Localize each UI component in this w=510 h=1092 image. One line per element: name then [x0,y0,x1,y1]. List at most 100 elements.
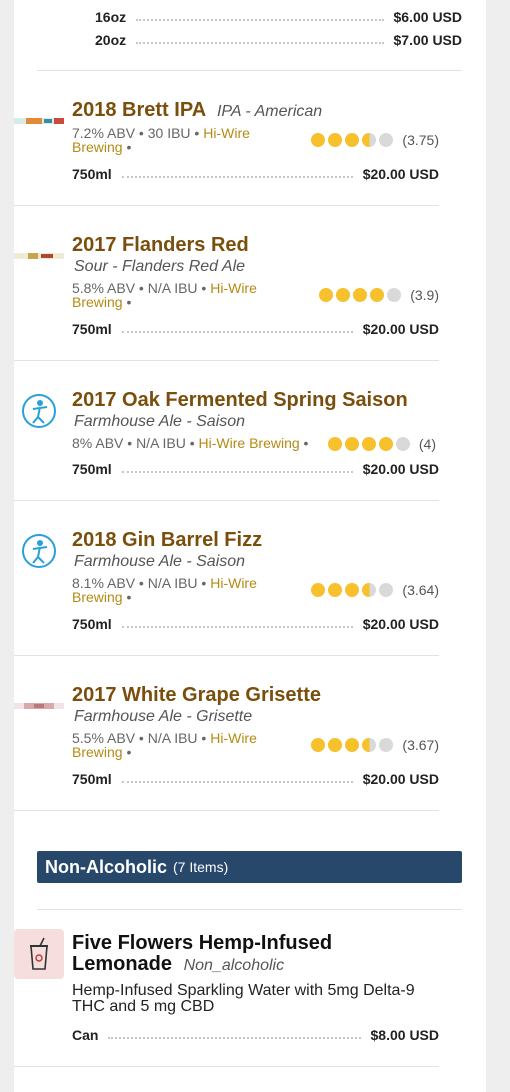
beer-style: Farmhouse Ale - Grisette [74,708,253,725]
beer-name[interactable]: 2017 Oak Fermented Spring Saison [72,388,439,412]
drink-name-line1[interactable]: Five Flowers Hemp-Infused [72,933,439,954]
beer-meta: 8% ABV • N/A IBU • Hi-Wire Brewing • [72,435,309,451]
rating: (3.64) [311,582,439,598]
rating-dot [362,583,377,597]
divider [37,70,462,71]
beer-item[interactable]: 2017 White Grape Grisette Farmhouse Ale … [14,681,439,811]
section-header-non-alcoholic[interactable]: Non-Alcoholic (7 Items) [37,851,462,883]
rating: (3.75) [311,132,439,148]
rating-dot [379,583,394,597]
rating-dot [395,437,410,451]
ibu: N/A IBU [147,280,198,296]
beer-label-image [14,96,64,146]
rating-value: (3.75) [402,132,439,148]
serving-size: 750ml [72,771,112,787]
serving-price: $6.00 USD [393,9,462,25]
ibu: 30 IBU [147,125,191,141]
divider [14,655,439,656]
rating: (4) [327,436,436,452]
rating-dot [327,437,342,451]
rating-dot [379,133,394,147]
dot-leader [121,471,353,473]
serving-size: 20oz [95,32,127,48]
beer-label-image [14,231,64,281]
menu-page: 16oz $6.00 USD 20oz $7.00 USD 2018 Brett… [14,0,486,1092]
drink-name-line2[interactable]: Lemonade [72,953,172,975]
rating-dot [361,437,376,451]
beer-style: Sour - Flanders Red Ale [74,258,246,275]
beer-name-text[interactable]: 2018 Brett IPA [72,99,205,121]
beer-name[interactable]: 2017 Flanders Red [72,233,439,257]
rating-dot [311,738,326,752]
beer-style: IPA - American [216,103,323,120]
price-row: 16oz $6.00 USD [95,8,462,26]
rating-dot [378,437,393,451]
price-row: 750ml $20.00 USD [72,615,439,633]
serving-price: $20.00 USD [362,166,439,182]
brewery-link[interactable]: Hi-Wire Brewing [199,435,300,451]
serving-size: 750ml [72,616,112,632]
serving-size: Can [72,1027,99,1043]
beer-label-image [14,681,64,731]
rating-dot [345,133,360,147]
beer-name[interactable]: 2018 Gin Barrel Fizz [72,528,439,552]
drink-name[interactable]: Five Flowers Hemp-Infused Lemonade Non_a… [72,933,439,976]
beer-meta: 8.1% ABV • N/A IBU • Hi-Wire Brewing • [72,575,257,605]
abv: 8% ABV [72,435,124,451]
rating-value: (3.67) [402,737,439,753]
rating-dot [345,738,360,752]
rating-dot [362,738,377,752]
serving-price: $20.00 USD [362,771,439,787]
brewery-logo-icon [14,386,64,436]
dot-leader [108,1037,361,1039]
divider [37,909,462,910]
beer-style: Farmhouse Ale - Saison [74,553,246,570]
ibu: N/A IBU [147,730,198,746]
rating-dot [353,288,368,302]
beer-item[interactable]: 2017 Oak Fermented Spring Saison Farmhou… [14,386,439,501]
serving-size: 750ml [72,321,112,337]
ibu: N/A IBU [147,575,198,591]
beer-item[interactable]: 2017 Flanders Red Sour - Flanders Red Al… [14,231,439,361]
rating-dot [319,288,334,302]
beer-item[interactable]: 2018 Brett IPA IPA - American 7.2% ABV •… [14,96,439,206]
beer-style: Farmhouse Ale - Saison [74,413,246,430]
rating-dot [328,738,343,752]
section-title: Non-Alcoholic [45,856,167,877]
beer-name[interactable]: 2017 White Grape Grisette [72,683,439,707]
divider [14,1066,439,1067]
rating-dot [344,437,359,451]
divider [14,360,439,361]
serving-price: $8.00 USD [370,1027,439,1043]
section-count: (7 Items) [173,859,229,875]
rating-dot [362,133,377,147]
divider [14,810,439,811]
serving-price: $20.00 USD [362,616,439,632]
serving-price: $20.00 USD [362,461,439,477]
drink-cup-icon [14,929,64,979]
dot-leader [121,626,353,628]
rating-dot [379,738,394,752]
rating-value: (3.9) [410,287,439,303]
rating-dot [311,133,326,147]
rating-dot [328,583,343,597]
beer-name[interactable]: 2018 Brett IPA IPA - American [72,98,439,124]
dot-leader [121,781,353,783]
serving-price: $20.00 USD [362,321,439,337]
beer-meta: 5.8% ABV • N/A IBU • Hi-Wire Brewing • [72,280,257,310]
beer-meta: 7.2% ABV • 30 IBU • Hi-Wire Brewing • [72,125,250,155]
rating-value: (4) [418,436,436,452]
dot-leader [136,19,384,21]
serving-price: $7.00 USD [393,32,462,48]
serving-size: 750ml [72,461,112,477]
rating-dot [328,133,343,147]
beer-item[interactable]: 2018 Gin Barrel Fizz Farmhouse Ale - Sai… [14,526,439,656]
price-row: 750ml $20.00 USD [72,460,439,478]
drink-item[interactable]: Five Flowers Hemp-Infused Lemonade Non_a… [14,929,439,1067]
rating: (3.67) [311,737,439,753]
rating-dot [311,583,326,597]
divider [14,205,439,206]
price-row: 750ml $20.00 USD [72,165,439,183]
serving-size: 16oz [95,9,127,25]
price-row: 20oz $7.00 USD [95,31,462,49]
